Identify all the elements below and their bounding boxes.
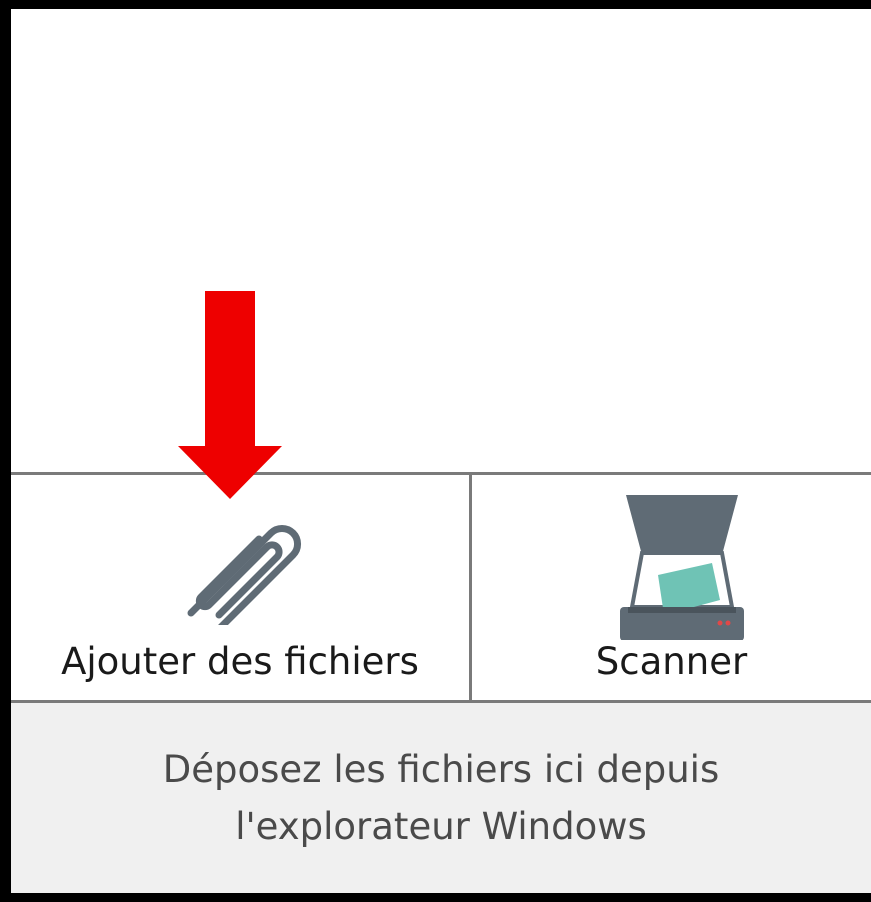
scanner-icon	[620, 495, 744, 640]
file-attach-panel: Ajouter des fichiers Scanner Déposez les…	[11, 9, 871, 893]
red-down-arrow-icon	[178, 291, 282, 499]
scanner-button[interactable]: Scanner	[472, 475, 871, 700]
add-files-label: Ajouter des fichiers	[61, 640, 419, 683]
drop-zone-text: Déposez les fichiers ici depuis	[162, 748, 720, 791]
drop-zone[interactable]: Déposez les fichiers ici depuis l'explor…	[11, 703, 871, 893]
drop-zone-text: l'explorateur Windows	[235, 805, 647, 848]
preview-area	[11, 9, 871, 472]
scanner-label: Scanner	[595, 640, 748, 683]
add-files-button[interactable]: Ajouter des fichiers	[11, 475, 469, 700]
paperclip-icon	[187, 524, 302, 625]
